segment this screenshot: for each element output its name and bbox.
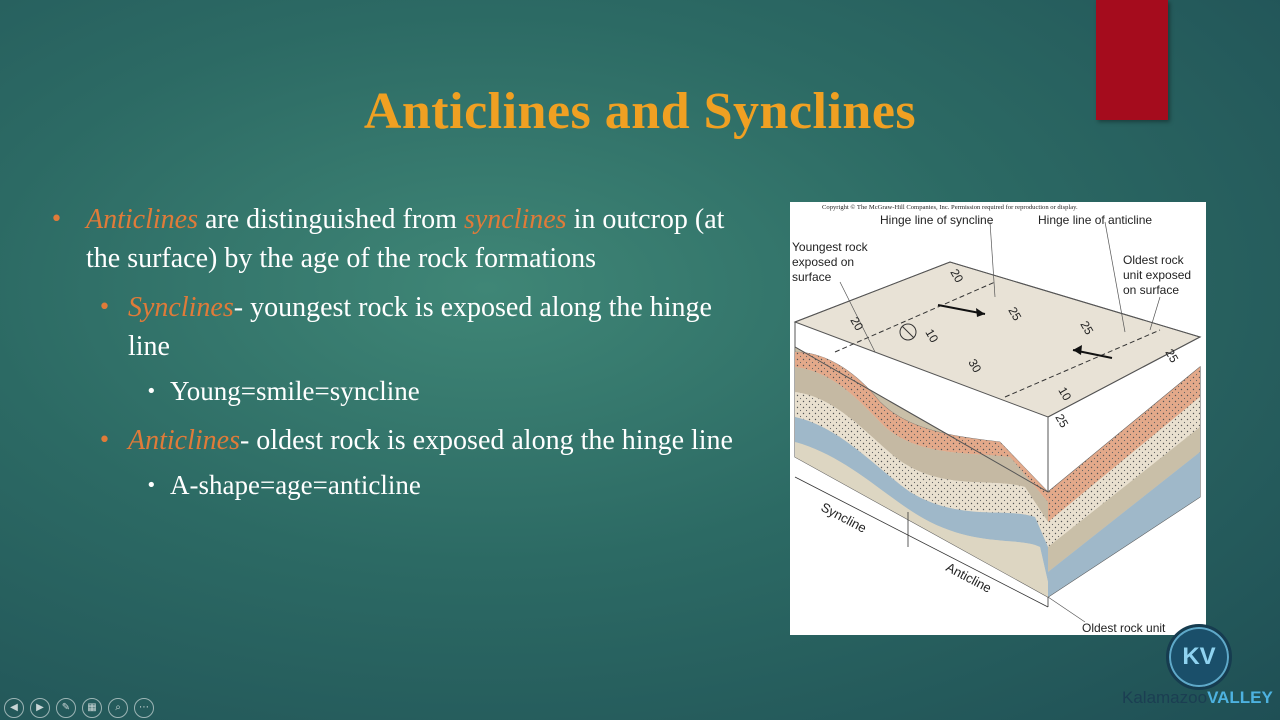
label-hinge-syncline: Hinge line of syncline [880,213,994,227]
fold-block-diagram: 20 10 20 30 25 10 25 25 25 Copyright © T… [790,202,1206,635]
logo-text-a: Kalamazoo [1122,688,1208,707]
bullet-dot: • [98,428,111,453]
label-oldest-1: Oldest rock [1123,253,1185,267]
bullet-3: • Young=smile=syncline [50,372,750,411]
logo-initials: KV [1182,643,1216,670]
keyword-synclines: Synclines [128,292,234,323]
logo-text-b: VALLEY [1207,688,1273,707]
bullet-dot: • [50,207,63,232]
bullet-list: • Anticlines are distinguished from sync… [50,200,750,505]
label-syncline: Syncline [819,499,869,535]
bullet-1: • Anticlines are distinguished from sync… [50,200,750,278]
next-icon[interactable]: ▶ [30,698,50,718]
college-logo: KV [1166,624,1232,690]
bullet-text: - oldest rock is exposed along the hinge… [239,425,733,456]
label-oldest-3: on surface [1123,283,1179,297]
keyword-anticlines: Anticlines [128,425,240,456]
bullet-text: are distinguished from [197,204,464,235]
slide-title: Anticlines and Synclines [363,83,917,140]
label-youngest-1: Youngest rock [792,240,869,254]
bullet-2: • Synclines- youngest rock is exposed al… [50,288,750,366]
label-youngest-3: surface [792,270,832,284]
label-anticline: Anticline [944,559,994,595]
bullet-dot: • [146,381,157,402]
bullet-text: Young=smile=syncline [170,376,420,406]
keyword-synclines: synclines [463,204,567,235]
pen-icon[interactable]: ✎ [56,698,76,718]
label-hinge-anticline: Hinge line of anticline [1038,213,1152,227]
bullet-dot: • [146,475,157,496]
keyword-anticlines: Anticlines [86,204,198,235]
bullet-text: A-shape=age=anticline [170,470,421,500]
label-oldest-rock-unit: Oldest rock unit [1082,621,1166,635]
more-icon[interactable]: ⋯ [134,698,154,718]
bullet-4: • Anticlines- oldest rock is exposed alo… [50,421,750,460]
slides-icon[interactable]: ▦ [82,698,102,718]
logo-wordmark: KalamazooVALLEY [1122,688,1273,708]
copyright-note: Copyright © The McGraw-Hill Companies, I… [822,204,1078,211]
label-youngest-2: exposed on [792,255,854,269]
zoom-icon[interactable]: ⌕ [108,698,128,718]
label-oldest-2: unit exposed [1123,268,1191,282]
dip-label: 25 [1052,412,1071,431]
bullet-5: • A-shape=age=anticline [50,466,750,505]
prev-icon[interactable]: ◀ [4,698,24,718]
presentation-controls: ◀ ▶ ✎ ▦ ⌕ ⋯ [4,698,154,718]
bullet-dot: • [98,295,111,320]
